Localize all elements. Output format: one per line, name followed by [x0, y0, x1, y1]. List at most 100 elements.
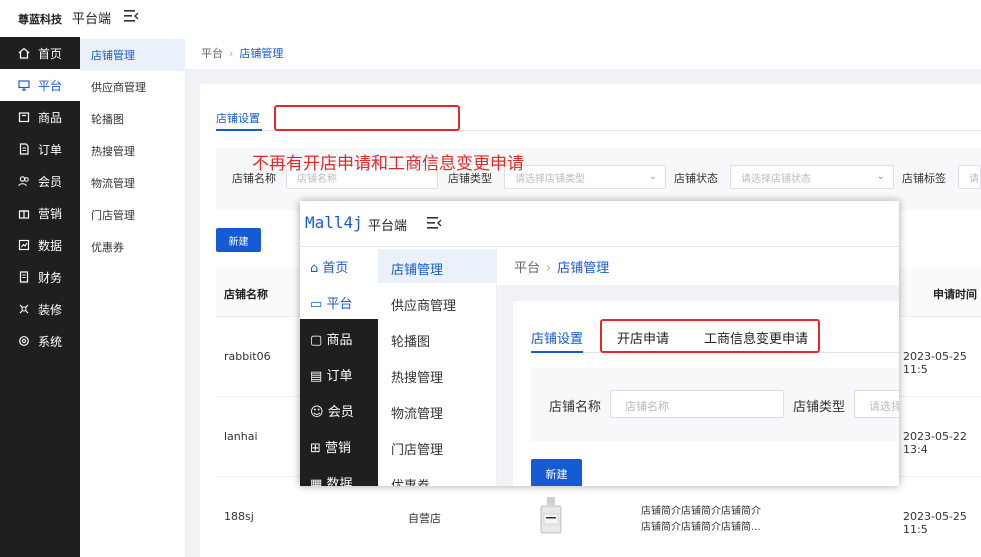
sidebar-item-home[interactable]: 首页 [0, 37, 80, 69]
inset-subnav-item-store[interactable]: 门店管理 [391, 439, 443, 458]
sidebar-item-data[interactable]: 数据 [0, 229, 80, 261]
decor-icon [18, 303, 30, 315]
inset-sidebar-label: 会员 [327, 405, 354, 420]
main-sidebar: 首页 平台 商品 订单 会员 营销 数据 财务 装修 系统 [0, 37, 80, 557]
inset-filter-name-input[interactable]: 店铺名称 [610, 390, 784, 418]
inset-subnav-item-shop[interactable]: 店铺管理 [391, 259, 443, 278]
table-row-name: lanhai [224, 430, 258, 443]
sidebar-item-orders[interactable]: 订单 [0, 133, 80, 165]
tab-shop-settings[interactable]: 店铺设置 [216, 110, 260, 126]
col-shop-name: 店铺名称 [224, 288, 268, 301]
menu-collapse-icon[interactable] [123, 9, 139, 23]
inset-sidebar-label: 数据 [326, 477, 353, 486]
sidebar-item-label: 商品 [38, 110, 63, 125]
home-icon [18, 47, 30, 59]
chevron-right-icon: › [546, 261, 552, 276]
inset-menu-collapse-icon[interactable] [426, 216, 442, 230]
sidebar-item-label: 会员 [38, 174, 63, 189]
subnav-item-logistics[interactable]: 物流管理 [80, 167, 185, 199]
inset-tab-shop-settings[interactable]: 店铺设置 [531, 328, 583, 347]
inset-sidebar-item-members[interactable]: ☺ 会员 [310, 401, 354, 420]
filter-shop-status-select[interactable]: 请选择店铺状态 ⌄ [730, 165, 894, 189]
inset-sidebar-item-data[interactable]: ▦ 数据 [310, 473, 352, 486]
subnav-item-coupon[interactable]: 优惠券 [80, 231, 185, 263]
sidebar-item-platform[interactable]: 平台 [0, 69, 80, 101]
table-row-time: 2023-05-25 11:5 [903, 510, 967, 536]
subnav-item-carousel[interactable]: 轮播图 [80, 103, 185, 135]
chart-icon [18, 239, 30, 251]
inset-sidebar-item-home[interactable]: ⌂ 首页 [310, 257, 348, 276]
inset-sidebar-item-orders[interactable]: ▤ 订单 [310, 365, 352, 384]
table-row-name: rabbit06 [224, 350, 271, 363]
inset-breadcrumb-root[interactable]: 平台 [514, 261, 540, 276]
inset-screenshot: Mall4j 平台端 ⌂ 首页 ▭ 平台 ▢ 商品 ▤ 订单 ☺ 会员 ⊞ 营销… [300, 201, 899, 486]
table-row-intro-2: 店铺简介店铺简介店铺简... [641, 522, 761, 533]
sidebar-item-label: 首页 [38, 46, 63, 61]
breadcrumb-chevron-icon: › [229, 47, 234, 60]
filter-shop-tag-select[interactable]: 请 [958, 165, 981, 189]
sidebar-item-marketing[interactable]: 营销 [0, 197, 80, 229]
inset-subnav-item-coupon[interactable]: 优惠券 [391, 475, 430, 486]
monitor-icon: ▭ [310, 297, 323, 312]
inset-sidebar-item-marketing[interactable]: ⊞ 营销 [310, 437, 351, 456]
chevron-down-icon: ⌄ [876, 171, 885, 182]
col-apply-time: 申请时间 [933, 288, 977, 301]
annotation-highlight-box [274, 105, 460, 131]
box-icon: ▢ [310, 333, 323, 348]
inset-breadcrumb: 平台 › 店铺管理 [514, 257, 609, 276]
annotation-text: 不再有开店申请和工商信息变更申请 [252, 154, 524, 174]
table-row-time: 2023-05-22 13:4 [903, 430, 967, 456]
inset-platform-title: 平台端 [368, 219, 408, 234]
perfume-product-image [537, 496, 565, 536]
gift-icon [18, 207, 30, 219]
sidebar-item-label: 财务 [38, 270, 63, 285]
inset-subnav-item-logistics[interactable]: 物流管理 [391, 403, 443, 422]
sidebar-item-label: 数据 [38, 238, 63, 253]
inset-subnav-item-hotsearch[interactable]: 热搜管理 [391, 367, 443, 386]
sidebar-item-label: 系统 [38, 334, 63, 349]
subnav-item-hotsearch[interactable]: 热搜管理 [80, 135, 185, 167]
subnav-item-supplier[interactable]: 供应商管理 [80, 71, 185, 103]
users-icon: ☺ [310, 405, 324, 420]
box-icon [18, 111, 30, 123]
inset-tab-active-indicator [531, 351, 583, 353]
filter-shop-type-select[interactable]: 请选择店铺类型 ⌄ [504, 165, 666, 189]
table-row-time: 2023-05-25 11:5 [903, 350, 967, 376]
document-icon [18, 143, 30, 155]
sidebar-item-label: 营销 [38, 206, 63, 221]
sidebar-item-goods[interactable]: 商品 [0, 101, 80, 133]
sidebar-item-finance[interactable]: 财务 [0, 261, 80, 293]
select-placeholder: 请选择店铺状态 [741, 173, 811, 185]
breadcrumb: 平台 › 店铺管理 [201, 45, 283, 61]
inset-sidebar-label: 平台 [326, 297, 353, 312]
inset-sidebar-item-platform[interactable]: ▭ 平台 [310, 293, 352, 312]
sub-sidebar: 店铺管理 供应商管理 轮播图 热搜管理 物流管理 门店管理 优惠券 [80, 37, 186, 557]
inset-sidebar-item-goods[interactable]: ▢ 商品 [310, 329, 352, 348]
finance-icon [18, 271, 30, 283]
tab-active-indicator [216, 129, 262, 131]
inset-filter-type-select[interactable]: 请选择 [854, 390, 899, 418]
inset-new-button[interactable]: 新建 [531, 459, 582, 486]
inset-subnav-item-carousel[interactable]: 轮播图 [391, 331, 430, 350]
breadcrumb-bar [185, 37, 981, 69]
filter-shop-tag-label: 店铺标签 [902, 172, 946, 185]
sidebar-item-system[interactable]: 系统 [0, 325, 80, 357]
subnav-item-store[interactable]: 门店管理 [80, 199, 185, 231]
sidebar-item-decoration[interactable]: 装修 [0, 293, 80, 325]
chart-icon: ▦ [310, 477, 323, 486]
table-row-name: 188sj [224, 510, 254, 523]
inset-sidebar-label: 订单 [326, 369, 353, 384]
top-header [0, 0, 981, 38]
brand-name: 尊蓝科技 [18, 13, 62, 26]
new-shop-button[interactable]: 新建 [216, 228, 261, 252]
inset-filter-name-label: 店铺名称 [549, 400, 602, 415]
inset-sidebar-label: 商品 [326, 333, 353, 348]
inset-subnav-item-supplier[interactable]: 供应商管理 [391, 295, 456, 314]
breadcrumb-root[interactable]: 平台 [201, 47, 223, 60]
sidebar-item-members[interactable]: 会员 [0, 165, 80, 197]
subnav-item-shop[interactable]: 店铺管理 [80, 39, 185, 71]
breadcrumb-current: 店铺管理 [239, 47, 284, 60]
inset-logo: Mall4j [305, 213, 363, 232]
table-row-intro: 店铺简介店铺简介店铺简介 [641, 506, 761, 517]
sidebar-item-label: 平台 [38, 78, 63, 93]
